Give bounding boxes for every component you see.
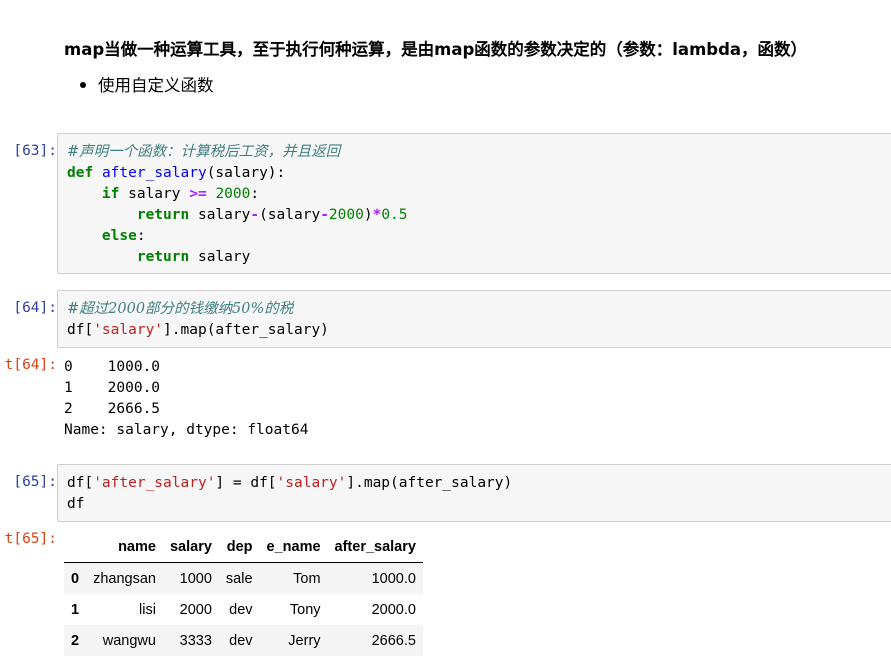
- column-header-name: name: [86, 532, 163, 563]
- row-index: 0: [71, 570, 80, 587]
- code-editor[interactable]: df['after_salary'] = df['salary'].map(af…: [58, 465, 891, 515]
- cell-dep: dev: [229, 601, 253, 618]
- bullet-dot-icon: [80, 81, 86, 88]
- code-text: (salary):: [206, 165, 286, 181]
- cell-name: lisi: [139, 601, 156, 618]
- code-operator: >=: [189, 186, 207, 202]
- code-text: df[: [67, 475, 94, 491]
- code-keyword: else: [101, 228, 137, 244]
- code-number: 0.5: [381, 207, 408, 223]
- table-row: 0 zhangsan 1000 sale Tom 1000.0: [64, 562, 423, 594]
- code-string: 'salary': [93, 322, 164, 338]
- code-text: :: [250, 186, 260, 202]
- code-text: ): [363, 207, 373, 223]
- column-header-e-name: e_name: [259, 532, 328, 563]
- markdown-heading: map当做一种运算工具，至于执行何种运算，是由map函数的参数决定的（参数：la…: [64, 40, 808, 59]
- row-index: 2: [71, 632, 80, 649]
- column-header-dep: dep: [218, 532, 260, 563]
- code-keyword: return: [136, 249, 190, 265]
- cell-dep: sale: [225, 570, 253, 587]
- code-text: salary: [189, 207, 251, 223]
- code-cell-63[interactable]: #声明一个函数：计算税后工资，并且返回 def after_salary(sal…: [57, 133, 891, 274]
- table-row: 1 lisi 2000 dev Tony 2000.0: [64, 594, 423, 625]
- output-series: 0 1000.0 1 2000.0 2 2666.5 Name: salary,…: [64, 357, 308, 441]
- code-keyword: return: [136, 207, 190, 223]
- code-text: ] = df[: [215, 475, 277, 491]
- code-keyword: def: [67, 165, 94, 181]
- markdown-bullet-list: 使用自定义函数: [80, 72, 214, 96]
- code-text: df[: [67, 322, 94, 338]
- input-prompt-65: [65]:: [13, 474, 57, 490]
- output-line: 0 1000.0: [64, 359, 161, 375]
- column-header-after-salary: after_salary: [327, 532, 423, 563]
- output-line: Name: salary, dtype: float64: [64, 422, 309, 438]
- output-line: 2 2666.5: [64, 401, 161, 417]
- code-editor[interactable]: #声明一个函数：计算税后工资，并且返回 def after_salary(sal…: [58, 134, 891, 268]
- code-text: df: [67, 496, 85, 512]
- code-function-name: after_salary: [101, 165, 207, 181]
- code-string: 'salary': [276, 475, 347, 491]
- code-cell-65[interactable]: df['after_salary'] = df['salary'].map(af…: [57, 464, 891, 522]
- output-line: 1 2000.0: [64, 380, 161, 396]
- code-text: ].map(after_salary): [346, 475, 513, 491]
- table-header-row: name salary dep e_name after_salary: [64, 532, 423, 563]
- cell-name: zhangsan: [93, 570, 156, 587]
- code-text: salary: [119, 186, 190, 202]
- output-prompt-65: t[65]:: [4, 531, 57, 547]
- dataframe-table: name salary dep e_name after_salary 0 zh…: [64, 532, 423, 656]
- cell-e-name: Tony: [289, 601, 321, 618]
- column-header-salary: salary: [162, 532, 219, 563]
- code-number: 2000: [328, 207, 364, 223]
- output-prompt-64: t[64]:: [4, 357, 57, 373]
- index-header: [64, 532, 87, 563]
- code-string: 'after_salary': [93, 475, 216, 491]
- code-operator: -: [250, 207, 260, 223]
- code-operator: *: [372, 207, 382, 223]
- cell-after-salary: 1000.0: [371, 570, 416, 587]
- cell-e-name: Tom: [293, 570, 321, 587]
- input-prompt-64: [64]:: [13, 300, 57, 316]
- cell-salary: 2000: [179, 601, 212, 618]
- cell-e-name: Jerry: [288, 632, 321, 649]
- cell-dep: dev: [229, 632, 253, 649]
- markdown-bullet-text: 使用自定义函数: [98, 76, 214, 95]
- cell-after-salary: 2000.0: [371, 601, 416, 618]
- code-text: :: [136, 228, 146, 244]
- code-text: salary: [189, 249, 251, 265]
- code-text: (salary: [259, 207, 321, 223]
- input-prompt-63: [63]:: [13, 143, 57, 159]
- code-keyword: if: [101, 186, 120, 202]
- code-editor[interactable]: #超过2000部分的钱缴纳50%的税 df['salary'].map(afte…: [58, 291, 891, 341]
- code-comment: #超过2000部分的钱缴纳50%的税: [67, 301, 294, 317]
- cell-salary: 3333: [179, 632, 212, 649]
- code-number: 2000: [215, 186, 251, 202]
- cell-after-salary: 2666.5: [371, 632, 416, 649]
- cell-salary: 1000: [179, 570, 212, 587]
- code-cell-64[interactable]: #超过2000部分的钱缴纳50%的税 df['salary'].map(afte…: [57, 290, 891, 348]
- code-operator: -: [320, 207, 329, 223]
- code-comment: #声明一个函数：计算税后工资，并且返回: [67, 144, 341, 160]
- cell-name: wangwu: [102, 632, 156, 649]
- row-index: 1: [71, 601, 80, 618]
- code-text: ].map(after_salary): [163, 322, 329, 338]
- table-row: 2 wangwu 3333 dev Jerry 2666.5: [64, 625, 423, 656]
